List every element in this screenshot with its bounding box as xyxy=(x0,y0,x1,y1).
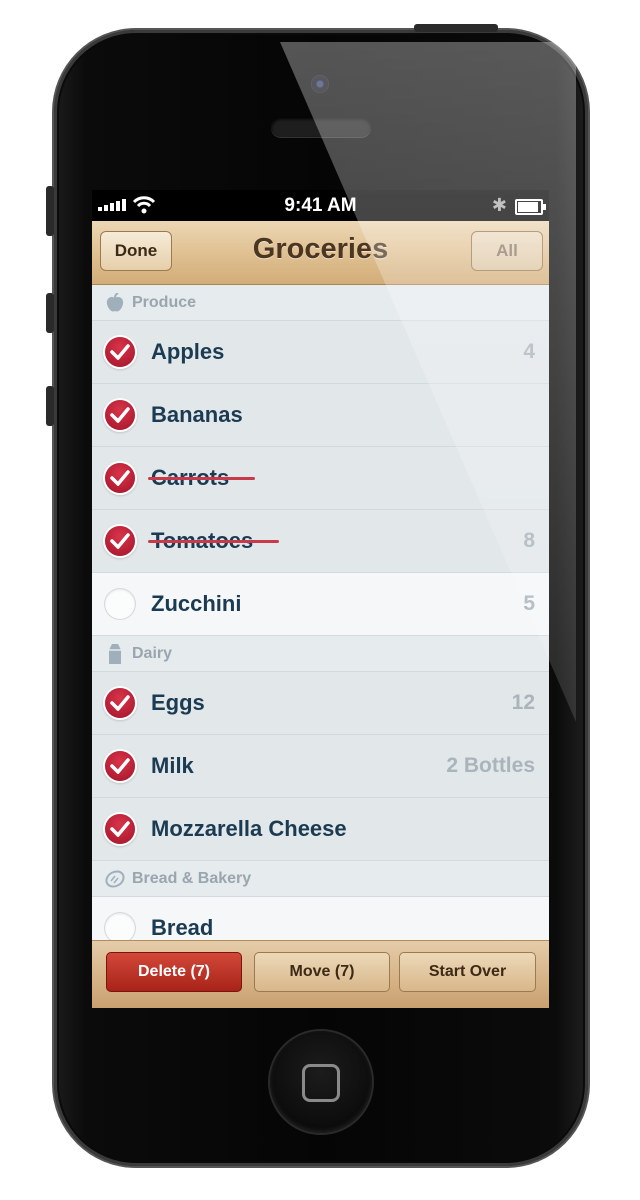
checkmark-icon[interactable] xyxy=(105,751,135,781)
list-item[interactable]: Carrots xyxy=(92,447,549,510)
list-item[interactable]: Eggs 12 xyxy=(92,672,549,735)
silent-switch[interactable] xyxy=(46,186,54,236)
grocery-list: Produce Apples 4 Bananas Carrots Tomatoe… xyxy=(92,285,549,960)
bread-icon xyxy=(104,869,126,888)
list-item[interactable]: Apples 4 xyxy=(92,321,549,384)
item-label: Carrots xyxy=(147,465,256,490)
section-header-bread-bakery: Bread & Bakery xyxy=(92,861,549,897)
earpiece-speaker xyxy=(271,117,371,137)
section-title: Dairy xyxy=(132,644,173,662)
checkmark-icon[interactable] xyxy=(105,337,135,367)
empty-checkbox-icon[interactable] xyxy=(105,913,135,943)
delete-button[interactable]: Delete (7) xyxy=(106,952,242,992)
list-item[interactable]: Milk 2 Bottles xyxy=(92,735,549,798)
item-quantity: 4 xyxy=(523,340,535,363)
checkmark-icon[interactable] xyxy=(105,688,135,718)
item-label: Milk xyxy=(151,753,194,778)
item-quantity: 12 xyxy=(511,691,535,714)
empty-checkbox-icon[interactable] xyxy=(105,589,135,619)
item-label: Mozzarella Cheese xyxy=(151,816,347,841)
checkmark-icon[interactable] xyxy=(105,400,135,430)
section-title: Bread & Bakery xyxy=(132,869,252,887)
item-quantity: 5 xyxy=(523,592,535,615)
list-item[interactable]: Bananas xyxy=(92,384,549,447)
checkmark-icon[interactable] xyxy=(105,526,135,556)
all-button[interactable]: All xyxy=(471,231,543,271)
bottom-toolbar: Delete (7) Move (7) Start Over xyxy=(92,940,549,1008)
nav-bar: Done Groceries All xyxy=(92,221,549,285)
move-button[interactable]: Move (7) xyxy=(254,952,390,992)
checkmark-icon[interactable] xyxy=(105,463,135,493)
status-bar: 9:41 AM ✱ xyxy=(92,190,549,221)
item-quantity: 8 xyxy=(523,529,535,552)
screen: 9:41 AM ✱ Done Groceries All Produce App… xyxy=(92,190,549,1008)
section-header-produce: Produce xyxy=(92,285,549,321)
start-over-button[interactable]: Start Over xyxy=(399,952,536,992)
item-label: Zucchini xyxy=(151,591,242,616)
item-quantity: 2 Bottles xyxy=(446,754,535,777)
list-item[interactable]: Mozzarella Cheese xyxy=(92,798,549,861)
section-title: Produce xyxy=(132,293,197,311)
home-button[interactable] xyxy=(270,1031,372,1133)
volume-down-button[interactable] xyxy=(46,386,54,426)
bluetooth-icon: ✱ xyxy=(491,195,507,215)
item-label: Eggs xyxy=(151,690,205,715)
sleep-button[interactable] xyxy=(414,24,498,32)
checkmark-icon[interactable] xyxy=(105,814,135,844)
status-time: 9:41 AM xyxy=(284,195,357,216)
item-label: Bananas xyxy=(151,402,243,427)
list-item[interactable]: Tomatoes 8 xyxy=(92,510,549,573)
list-item[interactable]: Zucchini 5 xyxy=(92,573,549,636)
apple-icon xyxy=(104,292,126,313)
item-label: Bread xyxy=(151,915,214,940)
item-label: Tomatoes xyxy=(147,528,280,553)
battery-icon xyxy=(515,199,546,215)
volume-up-button[interactable] xyxy=(46,293,54,333)
item-label: Apples xyxy=(151,339,225,364)
milk-carton-icon xyxy=(104,643,126,665)
home-square-icon xyxy=(302,1064,340,1102)
section-header-dairy: Dairy xyxy=(92,636,549,672)
front-camera xyxy=(311,75,329,93)
